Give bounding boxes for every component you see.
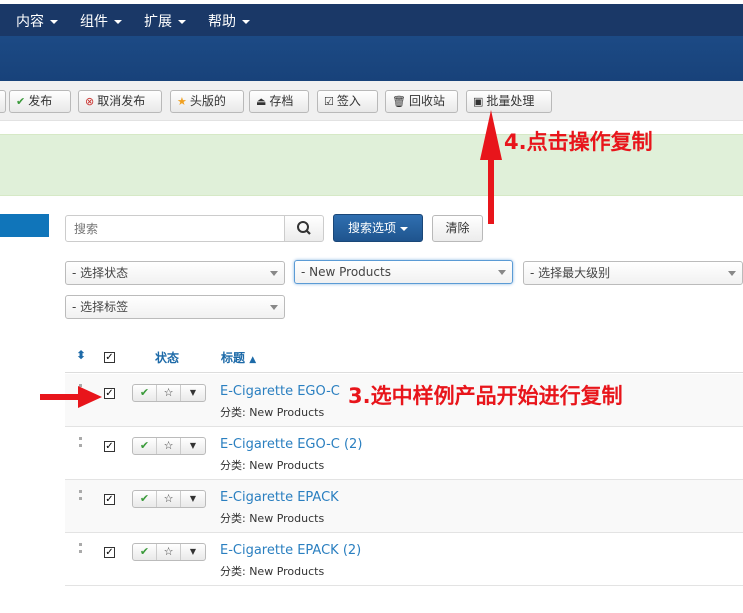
annotation-step3-text: 3.选中样例产品开始进行复制 <box>348 384 623 408</box>
annotation-arrow-up-icon <box>480 110 502 224</box>
annotation-arrow-right-icon <box>40 386 102 408</box>
annotation-arrows <box>40 110 502 408</box>
annotation-step4-text: 4.点击操作复制 <box>504 130 653 154</box>
